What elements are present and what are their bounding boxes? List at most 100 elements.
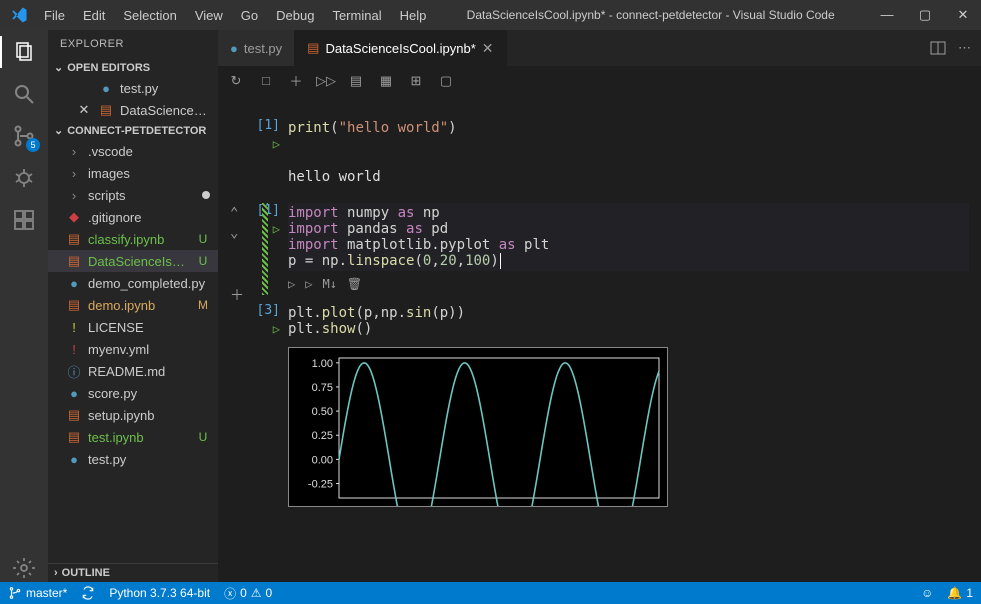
chevron-down-icon[interactable]: ⌄	[230, 225, 244, 241]
execution-count: [3]	[257, 303, 280, 318]
notebook-cell[interactable]: [1]▷print("hello world")	[218, 114, 981, 159]
workspace-header[interactable]: ⌄ CONNECT-PETDETECTOR	[48, 121, 218, 140]
file-item[interactable]: ▤classify.ipynbU	[48, 228, 218, 250]
code-editor[interactable]: print("hello world")	[288, 118, 969, 138]
file-item[interactable]: ●score.py	[48, 382, 218, 404]
output-row: hello world	[218, 159, 981, 199]
menu-file[interactable]: File	[36, 4, 73, 27]
notebook-body[interactable]: [1]▷print("hello world")hello world⌃⌄＋[1…	[218, 96, 981, 582]
folder-item[interactable]: ›scripts	[48, 184, 218, 206]
folder-item[interactable]: › .vscode	[48, 140, 218, 162]
close-icon: ✕	[76, 102, 92, 118]
open-editor-item[interactable]: ✕▤DataScienceIsCoo…	[48, 99, 218, 121]
py-file-icon: ●	[230, 41, 238, 56]
chevron-right-icon: ›	[66, 144, 82, 159]
code-editor[interactable]: import numpy as npimport pandas as pdimp…	[288, 203, 969, 271]
cell-gutter: [1]▷	[230, 118, 288, 151]
minimize-button[interactable]: ―	[875, 7, 899, 23]
cell-tool-icon[interactable]: 🗑	[347, 277, 362, 291]
notebook-cell[interactable]: [3] ▷ plt.plot(p,np.sin(p))plt.show() -0.2…	[218, 299, 981, 515]
file-item[interactable]: ▤test.ipynbU	[48, 426, 218, 448]
menu-selection[interactable]: Selection	[115, 4, 184, 27]
feedback-icon[interactable]: ☺	[921, 586, 933, 600]
error-icon: ⓧ	[224, 585, 236, 602]
settings-gear-icon[interactable]	[10, 554, 38, 582]
menu-bar: FileEditSelectionViewGoDebugTerminalHelp	[36, 4, 434, 27]
py-file-icon: ●	[98, 81, 114, 96]
toolbar-icon[interactable]: ⊞	[408, 73, 424, 89]
file-item[interactable]: ⓘREADME.md	[48, 360, 218, 382]
toolbar-icon[interactable]: ▦	[378, 73, 394, 89]
branch-label: master*	[26, 586, 67, 600]
menu-debug[interactable]: Debug	[268, 4, 322, 27]
notebook-cell[interactable]: ⌃⌄＋[1]▷import numpy as npimport pandas a…	[218, 199, 981, 299]
close-tab-icon[interactable]: ✕	[482, 40, 494, 57]
more-actions-icon[interactable]: ⋯	[958, 40, 971, 56]
toolbar-icon[interactable]: ▤	[348, 73, 364, 89]
menu-go[interactable]: Go	[233, 4, 266, 27]
status-bar: master* Python 3.7.3 64-bit ⓧ0 ⚠0 ☺ 🔔1	[0, 582, 981, 604]
menu-help[interactable]: Help	[392, 4, 435, 27]
file-label: test.py	[88, 452, 210, 467]
toolbar-icon[interactable]: ▢	[438, 73, 454, 89]
editor-tab[interactable]: ▤DataScienceIsCool.ipynb*✕	[295, 30, 506, 66]
run-cell-icon[interactable]: ▷	[273, 222, 280, 236]
cell-tool-icon[interactable]: ▷	[305, 277, 312, 291]
cell-fold-controls: ⌃⌄＋	[230, 205, 244, 305]
folder-label: .vscode	[88, 144, 210, 159]
code-editor[interactable]: plt.plot(p,np.sin(p))plt.show()	[288, 303, 969, 339]
warning-count: 0	[266, 586, 273, 600]
file-item[interactable]: ●test.py	[48, 448, 218, 470]
chevron-up-icon[interactable]: ⌃	[230, 205, 244, 221]
nb-file-icon: ▤	[307, 40, 319, 56]
add-cell-icon[interactable]: ＋	[288, 73, 304, 89]
source-control-icon[interactable]: 5	[10, 122, 38, 150]
file-item[interactable]: ▤demo.ipynbM	[48, 294, 218, 316]
maximize-button[interactable]: ▢	[913, 7, 937, 23]
menu-edit[interactable]: Edit	[75, 4, 113, 27]
cell-tool-icon[interactable]: M↓	[322, 277, 336, 291]
file-item[interactable]: ◆.gitignore	[48, 206, 218, 228]
cell-tool-icon[interactable]: ▷	[288, 277, 295, 291]
svg-text:1.00: 1.00	[312, 358, 333, 370]
git-status: U	[196, 254, 210, 268]
run-all-icon[interactable]: ▷▷	[318, 73, 334, 89]
restart-kernel-icon[interactable]: ↻	[228, 73, 244, 89]
debug-icon[interactable]	[10, 164, 38, 192]
editor-tab[interactable]: ●test.py	[218, 30, 295, 66]
problems[interactable]: ⓧ0 ⚠0	[224, 585, 272, 602]
nb-file-icon: ▤	[66, 231, 82, 247]
outline-header[interactable]: › OUTLINE	[48, 563, 218, 582]
file-item[interactable]: ▤DataScienceIsCo…U	[48, 250, 218, 272]
extensions-icon[interactable]	[10, 206, 38, 234]
nb-file-icon: ▤	[66, 253, 82, 269]
file-item[interactable]: ▤setup.ipynb	[48, 404, 218, 426]
file-label: demo.ipynb	[88, 298, 190, 313]
split-editor-icon[interactable]	[930, 40, 946, 56]
menu-terminal[interactable]: Terminal	[324, 4, 389, 27]
plot-output: -0.250.000.250.500.751.00	[288, 347, 668, 507]
git-branch[interactable]: master*	[8, 586, 67, 600]
menu-view[interactable]: View	[187, 4, 231, 27]
explorer-sidebar: EXPLORER ⌄ OPEN EDITORS ●test.py✕▤DataSc…	[48, 30, 218, 582]
chevron-right-icon: ›	[54, 567, 58, 579]
git-status: M	[196, 298, 210, 312]
yml-file-icon: !	[66, 342, 82, 357]
scm-badge: 5	[26, 138, 40, 152]
search-icon[interactable]	[10, 80, 38, 108]
open-editors-header[interactable]: ⌄ OPEN EDITORS	[48, 58, 218, 77]
run-cell-icon[interactable]: ▷	[273, 322, 280, 336]
interrupt-kernel-icon[interactable]: □	[258, 73, 274, 89]
sync-icon[interactable]	[81, 586, 95, 600]
notifications-icon[interactable]: 🔔1	[947, 586, 973, 600]
close-button[interactable]: ✕	[951, 7, 975, 23]
cell-output: hello world	[288, 163, 969, 191]
folder-item[interactable]: ›images	[48, 162, 218, 184]
explorer-icon[interactable]	[10, 38, 38, 66]
open-editor-item[interactable]: ●test.py	[48, 77, 218, 99]
run-cell-icon[interactable]: ▷	[273, 137, 280, 151]
file-item[interactable]: !LICENSE	[48, 316, 218, 338]
python-interpreter[interactable]: Python 3.7.3 64-bit	[109, 586, 210, 600]
file-item[interactable]: !myenv.yml	[48, 338, 218, 360]
file-item[interactable]: ●demo_completed.py	[48, 272, 218, 294]
